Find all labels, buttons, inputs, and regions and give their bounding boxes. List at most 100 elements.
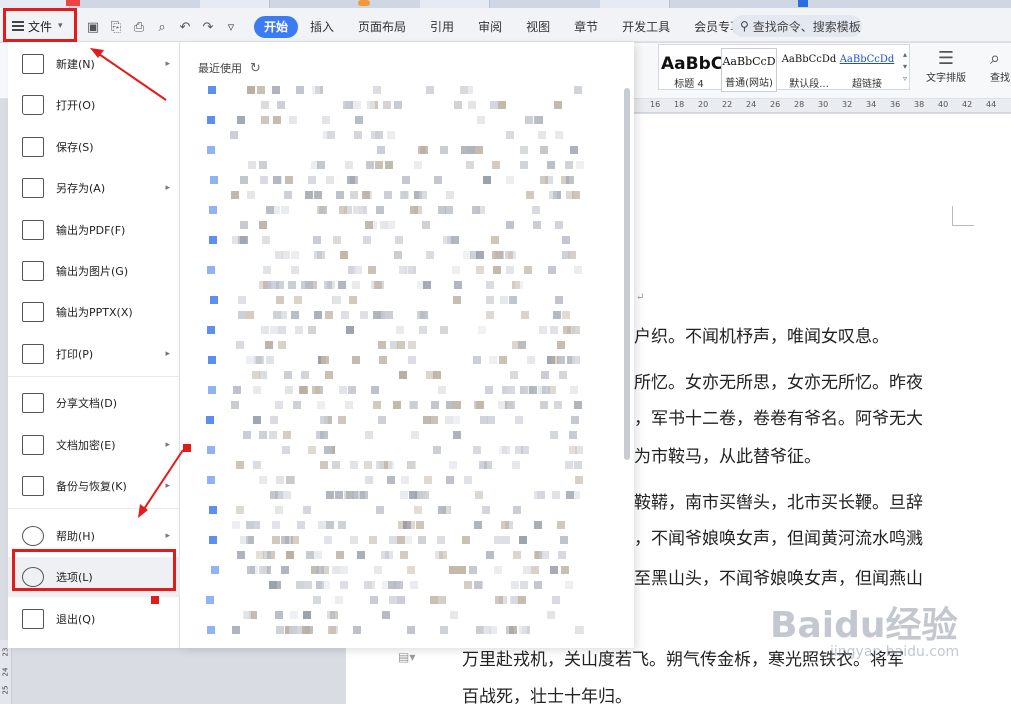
blurred-pixel (393, 401, 401, 409)
watermark-sub: jingyan.baidu.com (830, 644, 960, 660)
blurred-pixel (357, 551, 365, 559)
pptx-icon (22, 302, 44, 322)
blurred-pixel (558, 551, 566, 559)
blurred-pixel (475, 491, 483, 499)
blurred-pixel (570, 146, 578, 154)
blurred-pixel (517, 596, 525, 604)
file-type-icon (207, 626, 215, 634)
blurred-pixel (401, 476, 409, 484)
file-type-icon (209, 536, 217, 544)
style-normal-web[interactable]: AaBbCcD 普通(网站) (721, 48, 777, 92)
print-icon[interactable]: ⎙ (132, 19, 146, 37)
menu-item-share[interactable]: 分享文档(D) (8, 383, 180, 423)
menu-item-label: 输出为PDF(F) (56, 224, 126, 237)
tab-references[interactable]: 引用 (418, 16, 466, 38)
blurred-pixel (534, 521, 542, 529)
blurred-pixel (400, 191, 408, 199)
doc-tab[interactable] (600, 0, 670, 8)
tab-view[interactable]: 视图 (514, 16, 562, 38)
menu-item-save[interactable]: 保存(S) (8, 127, 180, 167)
blurred-pixel (399, 266, 407, 274)
print-preview-icon[interactable]: ⌕ (155, 19, 169, 37)
blurred-pixel (576, 626, 584, 634)
redo-icon[interactable]: ↷ (201, 19, 215, 37)
blurred-pixel (395, 236, 403, 244)
blurred-pixel (246, 521, 254, 529)
blurred-pixel (257, 86, 265, 94)
menu-item-export-image[interactable]: 输出为图片(G) (8, 251, 180, 291)
doc-line: 为市鞍马，从此替爷征。 (634, 447, 821, 467)
menu-item-save-as[interactable]: 另存为(A) ▸ (8, 168, 180, 208)
menu-item-backup[interactable]: 备份与恢复(K) ▸ (8, 466, 180, 506)
blurred-pixel (408, 461, 416, 469)
menu-item-open[interactable]: 打开(O) (8, 85, 180, 125)
chevron-right-icon: ▸ (165, 59, 170, 69)
doc-tab[interactable] (200, 0, 270, 8)
blurred-pixel (445, 416, 453, 424)
file-type-icon (207, 266, 215, 274)
paste-options-icon[interactable]: ▤▾ (398, 650, 415, 664)
blurred-pixel (325, 311, 333, 319)
blurred-pixel (513, 506, 521, 514)
blurred-pixel (277, 101, 285, 109)
refresh-icon[interactable]: ↻ (250, 61, 261, 76)
blurred-pixel (316, 431, 324, 439)
style-heading4[interactable]: AaBbC 标题 4 (661, 48, 723, 92)
blurred-pixel (574, 86, 582, 94)
blurred-pixel (362, 191, 370, 199)
tab-home[interactable]: 开始 (254, 16, 299, 38)
blurred-pixel (506, 131, 514, 139)
menu-item-export-pdf[interactable]: 输出为PDF(F) (8, 210, 180, 250)
chevron-right-icon: ▸ (165, 531, 170, 541)
blurred-pixel (378, 341, 386, 349)
menu-item-encrypt[interactable]: 文档加密(E) ▸ (8, 425, 180, 465)
blurred-pixel (287, 476, 295, 484)
file-type-icon (207, 146, 215, 154)
blurred-pixel (253, 416, 261, 424)
blurred-pixel (354, 131, 362, 139)
blurred-pixel (400, 551, 408, 559)
tab-developer[interactable]: 开发工具 (610, 16, 682, 38)
blurred-pixel (300, 386, 308, 394)
doc-tab[interactable] (420, 0, 490, 8)
blurred-pixel (484, 461, 492, 469)
find-button[interactable]: ⌕ 查找 (990, 48, 1011, 84)
customize-icon[interactable]: ▿ (224, 19, 238, 37)
blurred-pixel (426, 86, 434, 94)
blurred-pixel (312, 386, 320, 394)
tab-insert[interactable]: 插入 (298, 16, 346, 38)
tab-section[interactable]: 章节 (562, 16, 610, 38)
blurred-pixel (426, 371, 434, 379)
blurred-pixel (335, 491, 343, 499)
blurred-pixel (322, 581, 330, 589)
menu-item-print[interactable]: 打印(P) ▸ (8, 334, 180, 374)
tab-review[interactable]: 审阅 (466, 16, 514, 38)
blurred-pixel (378, 416, 386, 424)
text-layout-button[interactable]: ☰ 文字排版 (919, 48, 973, 90)
blurred-pixel (350, 536, 358, 544)
blurred-pixel (314, 191, 322, 199)
blurred-pixel (293, 401, 301, 409)
blurred-pixel (571, 416, 579, 424)
blurred-pixel (313, 236, 321, 244)
export-icon[interactable]: ⎘ (109, 19, 123, 37)
text-layout-label: 文字排版 (926, 73, 966, 84)
blurred-pixel (552, 491, 560, 499)
menu-item-new[interactable]: 新建(N) ▸ (8, 44, 180, 84)
style-default-paragraph[interactable]: AaBbCcDd 默认段... (781, 48, 837, 92)
blurred-pixel (399, 371, 407, 379)
blurred-pixel (437, 536, 445, 544)
undo-icon[interactable]: ↶ (178, 19, 192, 37)
recent-scrollbar[interactable] (624, 88, 630, 460)
blurred-pixel (424, 476, 432, 484)
style-hyperlink[interactable]: AaBbCcDd 超链接 (839, 48, 895, 92)
save-icon[interactable]: ▣ (86, 19, 100, 37)
menu-item-export-pptx[interactable]: 输出为PPTX(X) (8, 292, 180, 332)
blurred-pixel (438, 506, 446, 514)
command-search[interactable]: ⚲ 查找命令、搜索模板 (732, 15, 862, 37)
tab-page-layout[interactable]: 页面布局 (346, 16, 418, 38)
gallery-scroll-icon[interactable]: ▴ ▾ ▿ (903, 49, 907, 85)
menu-item-exit[interactable]: 退出(Q) (8, 599, 180, 639)
blurred-pixel (527, 356, 535, 364)
doc-tab[interactable] (0, 0, 70, 8)
